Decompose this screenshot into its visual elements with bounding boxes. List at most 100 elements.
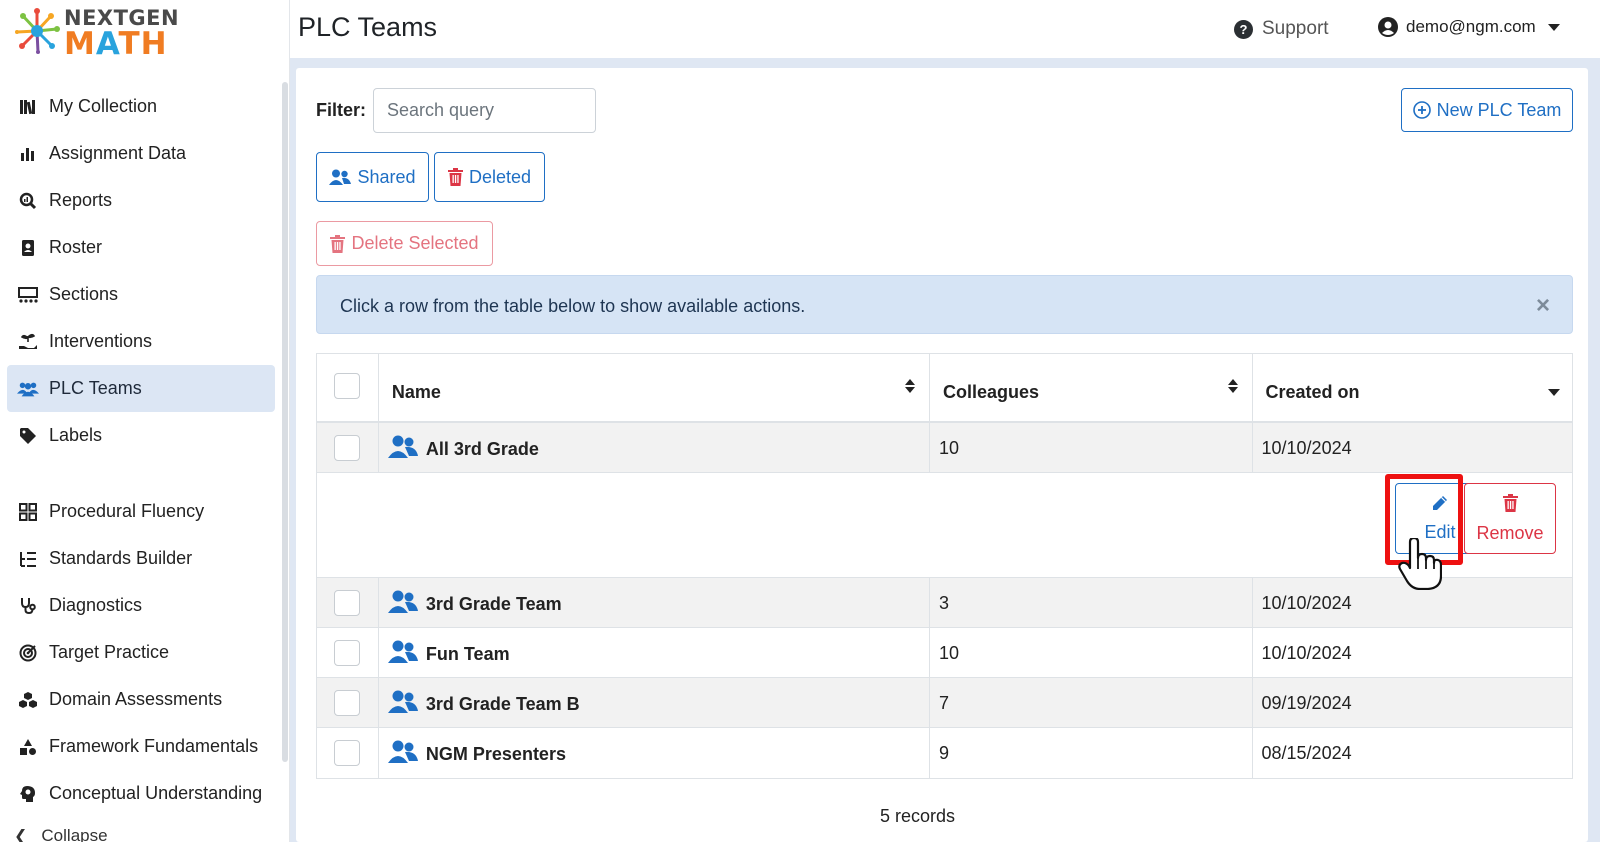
brain-head-icon <box>17 783 39 805</box>
team-icon <box>387 640 418 663</box>
sidebar-item-label: Reports <box>49 190 113 210</box>
sidebar-item-diagnostics[interactable]: Diagnostics <box>7 582 275 629</box>
colleagues-count: 9 <box>939 743 950 763</box>
created-date: 08/15/2024 <box>1261 743 1352 763</box>
team-name: 3rd Grade Team <box>425 594 562 614</box>
shapes-icon <box>17 736 39 758</box>
team-icon <box>387 690 418 713</box>
header-colleagues-label: Colleagues <box>943 382 1040 402</box>
target-icon <box>17 642 39 664</box>
remove-label: Remove <box>1476 522 1544 543</box>
table-row[interactable]: Fun Team 10 10/10/2024 <box>317 628 1572 678</box>
team-icon <box>387 740 418 763</box>
sidebar-item-label: Labels <box>49 425 103 445</box>
created-date: 10/10/2024 <box>1261 643 1352 663</box>
table-row[interactable]: All 3rd Grade 10 10/10/2024 <box>317 423 1572 473</box>
close-icon[interactable]: × <box>1536 292 1550 320</box>
collapse-sidebar-button[interactable]: ❮ Collapse <box>14 826 108 842</box>
top-header: PLC Teams ? Support demo@ngm.com <box>290 0 1600 58</box>
hand-plant-icon <box>17 331 39 353</box>
row-checkbox[interactable] <box>334 740 360 766</box>
sidebar-item-labels[interactable]: Labels <box>7 412 275 459</box>
sidebar-item-label: Assignment Data <box>49 143 187 163</box>
trash-icon <box>1502 493 1518 517</box>
deleted-label: Deleted <box>468 166 532 187</box>
new-plc-team-label: New PLC Team <box>1436 99 1562 120</box>
header-select-cell <box>317 354 379 421</box>
sidebar-item-procedural-fluency[interactable]: Procedural Fluency <box>7 488 275 535</box>
magnify-report-icon <box>17 190 39 212</box>
bar-chart-icon <box>17 143 39 165</box>
caret-down-icon <box>1547 23 1560 31</box>
team-icon <box>387 590 418 613</box>
support-label: Support <box>1262 18 1329 39</box>
created-date: 10/10/2024 <box>1261 593 1352 613</box>
colleagues-count: 7 <box>939 693 950 713</box>
alert-message: Click a row from the table below to show… <box>340 296 806 316</box>
new-plc-team-button[interactable]: New PLC Team <box>1401 88 1573 132</box>
sidebar-item-label: Diagnostics <box>49 595 143 615</box>
select-all-checkbox[interactable] <box>334 373 360 399</box>
header-name-label: Name <box>391 382 441 402</box>
team-icon <box>387 435 418 458</box>
support-link[interactable]: ? Support <box>1234 18 1329 40</box>
sidebar-item-domain-assessments[interactable]: Domain Assessments <box>7 676 275 723</box>
grid-icon <box>17 501 39 523</box>
records-count: 5 records <box>880 806 956 826</box>
sort-icon <box>905 379 916 393</box>
row-checkbox[interactable] <box>334 640 360 666</box>
user-menu-dropdown[interactable]: demo@ngm.com <box>1378 17 1560 37</box>
sidebar-item-label: Procedural Fluency <box>49 501 205 521</box>
row-checkbox[interactable] <box>334 435 360 461</box>
sidebar-item-label: Domain Assessments <box>49 689 223 709</box>
table-row[interactable]: 3rd Grade Team B 7 09/19/2024 <box>317 678 1572 728</box>
row-checkbox[interactable] <box>334 590 360 616</box>
people-icon <box>17 378 39 400</box>
header-name[interactable]: Name <box>379 354 931 421</box>
sidebar-scrollbar[interactable] <box>282 82 288 762</box>
question-circle-icon: ? <box>1234 19 1253 39</box>
sidebar-item-roster[interactable]: Roster <box>7 224 275 271</box>
colleagues-count: 10 <box>939 643 960 663</box>
sidebar-item-assignment-data[interactable]: Assignment Data <box>7 130 275 177</box>
search-input[interactable] <box>373 88 596 133</box>
books-icon <box>17 96 39 118</box>
sidebar-item-label: Standards Builder <box>49 548 193 568</box>
sidebar-item-plc-teams[interactable]: PLC Teams <box>7 365 275 412</box>
sidebar-item-sections[interactable]: Sections <box>7 271 275 318</box>
sidebar-item-my-collection[interactable]: My Collection <box>7 83 275 130</box>
sidebar-item-label: Target Practice <box>49 642 170 662</box>
sort-desc-icon <box>1548 389 1560 396</box>
remove-button[interactable]: Remove <box>1464 483 1556 554</box>
page-title: PLC Teams <box>298 12 438 42</box>
trash-icon <box>447 168 463 186</box>
table-row[interactable]: 3rd Grade Team 3 10/10/2024 <box>317 578 1572 628</box>
sidebar-item-reports[interactable]: Reports <box>7 177 275 224</box>
tag-icon <box>17 425 39 447</box>
nextgen-math-logo[interactable]: NEXTGEN MATH <box>14 4 184 62</box>
sections-grid-icon <box>17 284 39 306</box>
sidebar-item-target-practice[interactable]: Target Practice <box>7 629 275 676</box>
sidebar-item-label: My Collection <box>49 96 158 116</box>
sidebar-item-interventions[interactable]: Interventions <box>7 318 275 365</box>
colleagues-count: 3 <box>939 593 950 613</box>
table-row[interactable]: NGM Presenters 9 08/15/2024 <box>317 728 1572 778</box>
sidebar-item-label: Conceptual Understanding <box>49 783 263 803</box>
sidebar-item-framework-fundamentals[interactable]: Framework Fundamentals <box>7 723 275 770</box>
shared-filter-button[interactable]: Shared <box>316 152 429 202</box>
header-colleagues[interactable]: Colleagues <box>930 354 1253 421</box>
delete-selected-label: Delete Selected <box>351 233 479 253</box>
table-header-row: Name Colleagues Created on <box>317 354 1572 423</box>
delete-selected-button[interactable]: Delete Selected <box>316 221 493 266</box>
sidebar-item-label: PLC Teams <box>49 378 142 398</box>
trash-icon <box>330 234 346 253</box>
deleted-filter-button[interactable]: Deleted <box>434 152 545 202</box>
sidebar-item-label: Framework Fundamentals <box>49 736 259 756</box>
row-checkbox[interactable] <box>334 690 360 716</box>
header-created-on[interactable]: Created on <box>1253 354 1572 421</box>
shared-label: Shared <box>357 166 416 187</box>
sidebar-item-conceptual-understanding[interactable]: Conceptual Understanding <box>7 770 275 817</box>
pencil-icon <box>1432 495 1448 516</box>
sidebar-item-standards-builder[interactable]: Standards Builder <box>7 535 275 582</box>
sidebar-item-label: Interventions <box>49 331 153 351</box>
